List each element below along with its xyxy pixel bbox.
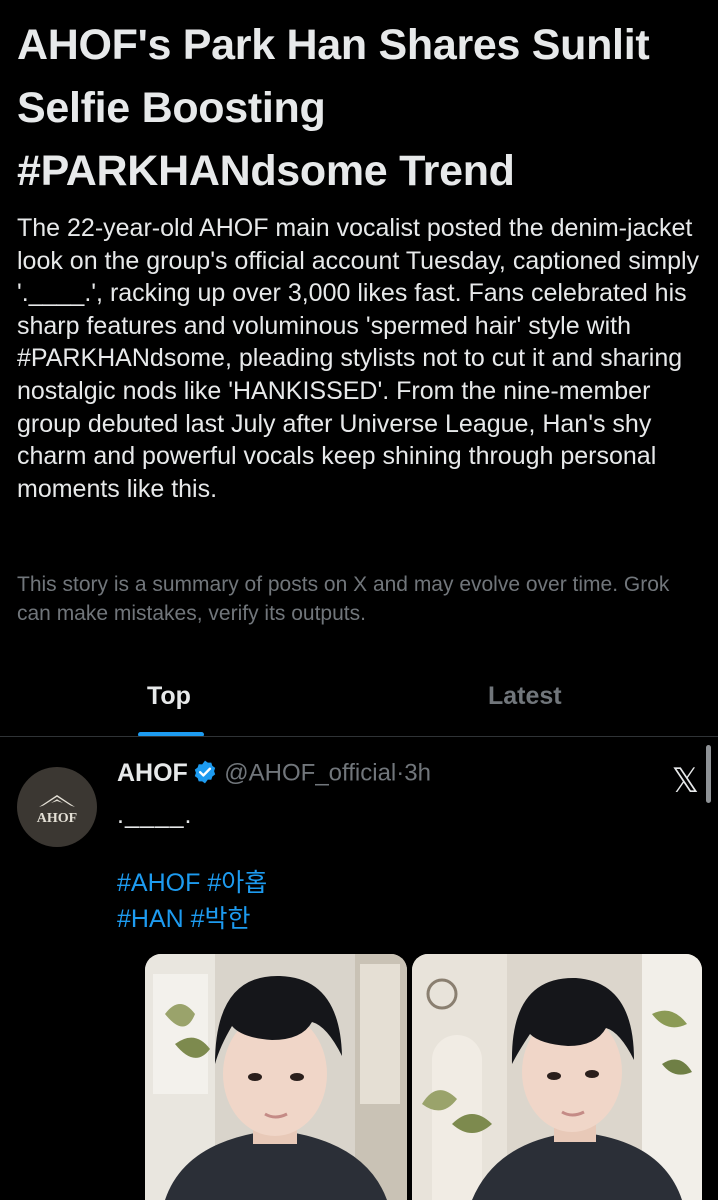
hashtag-link[interactable]: #아홉 [207,869,267,897]
post-text: .____. [117,801,193,829]
ahof-logo-icon [39,795,75,808]
photo-selfie-image [412,954,702,1200]
story-headline: AHOF's Park Han Shares Sunlit Selfie Boo… [17,21,650,195]
avatar-label: AHOF [36,811,78,826]
display-name[interactable]: AHOF [117,759,188,787]
hashtags: #AHOF #아홉 #HAN #박한 [117,865,267,937]
scrollbar[interactable] [706,745,711,803]
hashtag-link[interactable]: #HAN [117,905,184,933]
tab-latest[interactable]: Latest [488,682,562,711]
post-image-2[interactable] [412,954,702,1200]
user-handle[interactable]: @AHOF_official [224,760,396,787]
story-summary: The 22-year-old AHOF main vocalist poste… [17,214,700,503]
story-disclaimer: This story is a summary of posts on X an… [17,573,670,625]
x-logo-icon: 𝕏 [671,762,699,800]
hashtag-link[interactable]: #박한 [191,905,251,933]
post-header: AHOF @AHOF_official·3h [117,759,431,791]
post[interactable]: AHOF AHOF @AHOF_official·3h 𝕏 .____. #AH… [0,737,718,1200]
hashtag-link[interactable]: #AHOF [117,869,200,897]
post-image-1[interactable] [145,954,407,1200]
avatar[interactable]: AHOF [17,767,97,847]
photo-selfie-image [145,954,407,1200]
verified-badge-icon [194,760,216,783]
post-time[interactable]: 3h [404,760,431,787]
tab-bar: Top Latest [0,666,718,737]
tab-top[interactable]: Top [147,682,191,711]
